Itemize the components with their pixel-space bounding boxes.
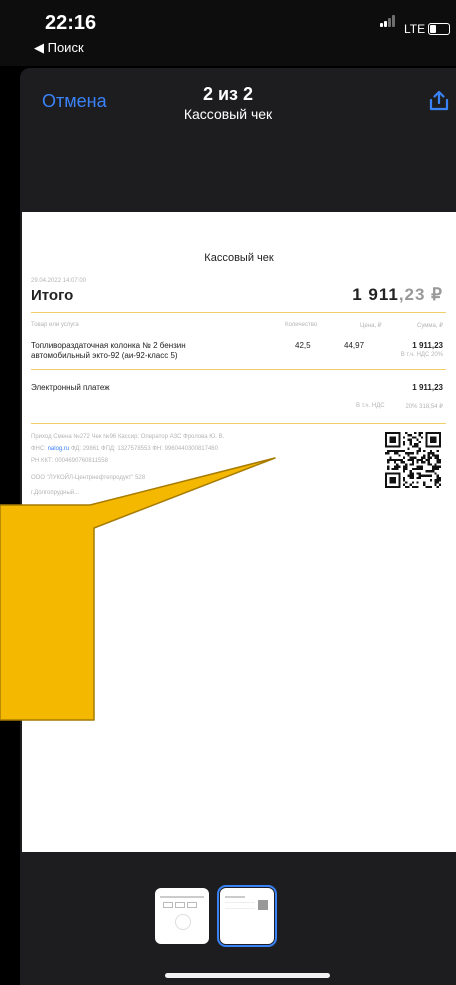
clock: 22:16 (45, 12, 97, 34)
col-price: Цена, ₽ (360, 323, 382, 329)
page-counter: 2 из 2 (202, 84, 254, 104)
network-type: LTE (404, 22, 426, 36)
thumbnail-page-2[interactable] (217, 885, 277, 947)
status-bar: 22:16 ◀ Поиск LTE (0, 0, 456, 66)
battery-icon (428, 23, 450, 35)
total-amount: 1 911,23 ₽ (352, 285, 443, 305)
fns-link[interactable]: nalog.ru (48, 446, 70, 452)
receipt-datetime: 29.04.2022 14:07:00 (31, 278, 87, 284)
divider (31, 312, 446, 313)
total-amount-int: 1 911 (352, 285, 399, 304)
fns-label: ФНС: (31, 446, 46, 452)
item-sum: 1 911,23 (412, 341, 443, 350)
vat-value: 20% 318,54 ₽ (405, 404, 443, 410)
item-vat-note: В т.ч. НДС 20% (400, 352, 443, 358)
share-icon[interactable] (426, 88, 452, 114)
divider (31, 369, 446, 370)
thumbnail-page-1[interactable] (155, 888, 209, 944)
item-name-line1: Топливораздаточная колонка № 2 бензин (31, 341, 186, 350)
payment-sum: 1 911,23 (412, 383, 443, 392)
col-item: Товар или услуга (31, 322, 79, 328)
fiscal-numbers: ФД: 29861 ФПД: 1327578553 ФН: 9960440300… (70, 446, 218, 452)
document-title: Кассовый чек (183, 106, 273, 122)
vat-label: В т.ч. НДС (356, 403, 385, 409)
receipt-page: Кассовый чек 29.04.2022 14:07:00 Итого 1… (22, 212, 456, 852)
fiscal-info-line2: ФНС: nalog.ru ФД: 29861 ФПД: 1327578553 … (31, 446, 218, 452)
qr-code (385, 432, 441, 488)
back-to-app-link[interactable]: ◀ Поиск (34, 40, 84, 56)
item-price: 44,97 (344, 341, 365, 350)
col-sum: Сумма, ₽ (416, 323, 443, 329)
total-label: Итого (31, 287, 74, 304)
divider (31, 423, 446, 424)
fiscal-info-line3: РН ККТ: 0004690760811558 (31, 458, 108, 464)
payment-label: Электронный платеж (31, 383, 110, 392)
organization-line: ООО "ЛУКОЙЛ-Центрнефтепродукт" 528 (31, 475, 146, 481)
address-line: г.Долгопрудный... (31, 490, 80, 496)
fiscal-info-line1: Приход Смена №272 Чек №96 Кассир: Операт… (31, 434, 225, 440)
total-amount-frac: ,23 ₽ (398, 285, 443, 304)
item-qty: 42,5 (295, 341, 311, 350)
home-indicator[interactable] (165, 973, 330, 978)
col-qty: Количество (285, 322, 318, 328)
item-name-line2: автомобильный экто-92 (аи-92-класс 5) (31, 351, 178, 360)
receipt-title: Кассовый чек (204, 252, 274, 264)
